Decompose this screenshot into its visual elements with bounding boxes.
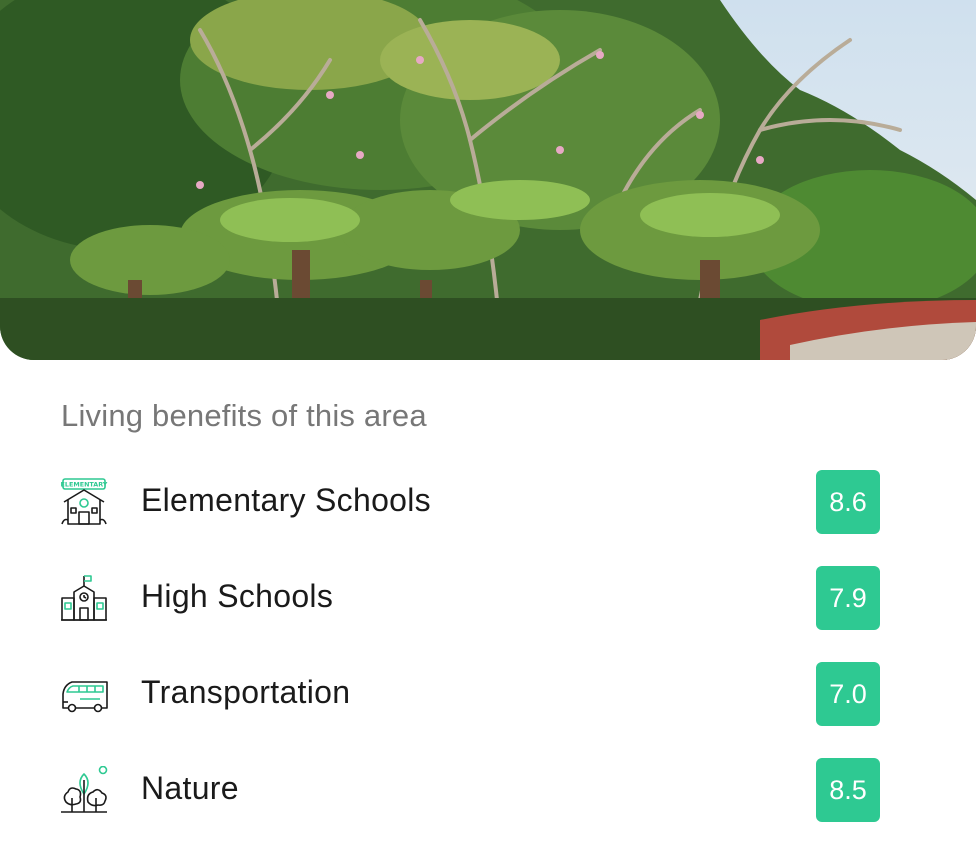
benefit-score-badge: 8.6 — [816, 470, 880, 534]
benefit-label: Transportation — [141, 674, 351, 710]
section-title: Living benefits of this area — [61, 398, 427, 433]
benefit-score-badge: 8.5 — [816, 758, 880, 822]
benefit-score-badge: 7.0 — [816, 662, 880, 726]
benefit-label: High Schools — [141, 578, 334, 614]
hero-photo — [0, 0, 976, 360]
benefit-score-badge: 7.9 — [816, 566, 880, 630]
high-school-icon — [60, 574, 108, 622]
svg-text:ELEMENTARY: ELEMENTARY — [61, 481, 108, 489]
benefit-row-nature: Nature 8.5 — [60, 758, 880, 822]
benefit-label: Elementary Schools — [141, 482, 431, 518]
bus-icon — [60, 670, 108, 718]
elementary-school-icon: ELEMENTARY — [60, 478, 108, 526]
benefit-row-transportation: Transportation 7.0 — [60, 662, 880, 726]
benefit-label: Nature — [141, 770, 239, 806]
benefit-row-elementary-schools: ELEMENTARY Elementary Schools 8.6 — [60, 470, 880, 534]
trees-icon — [60, 765, 108, 814]
benefit-row-high-schools: High Schools 7.9 — [60, 566, 880, 630]
